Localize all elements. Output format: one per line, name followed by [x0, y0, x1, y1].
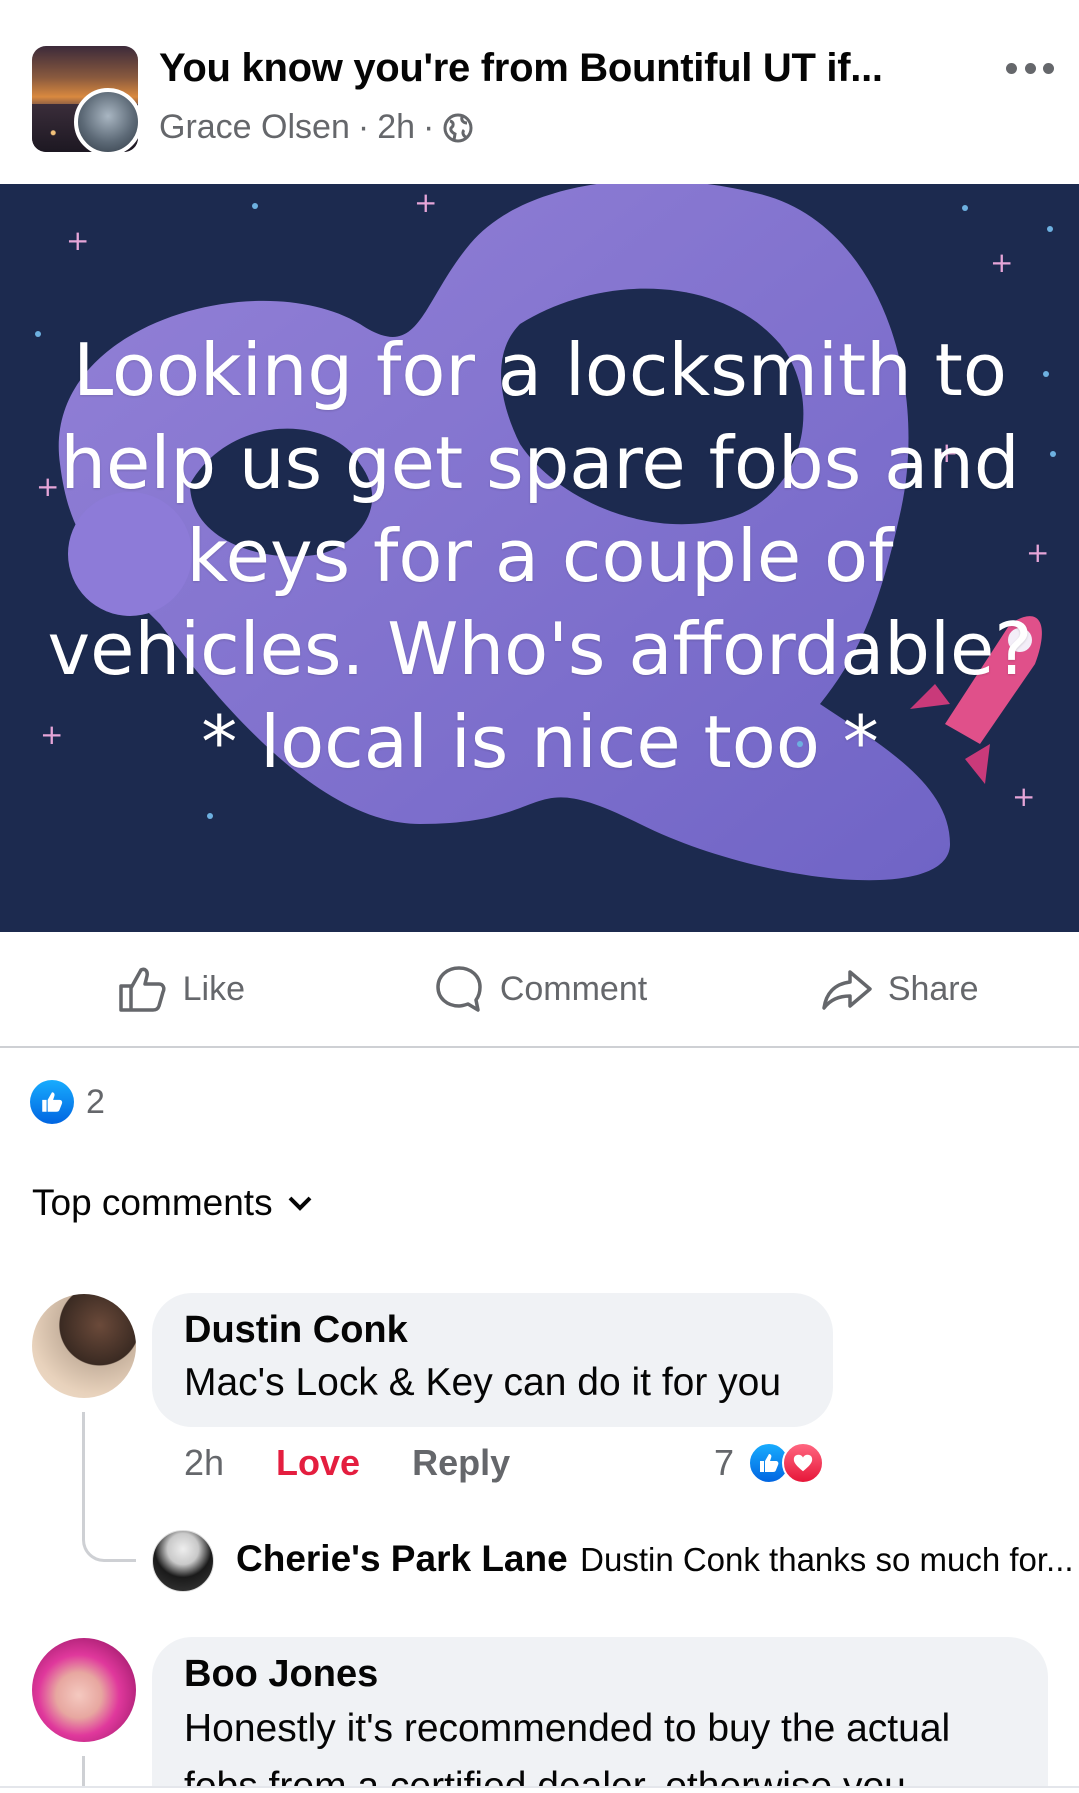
love-reaction-icon [782, 1442, 824, 1484]
post-text-line: help us get spare fobs and [60, 421, 1020, 505]
background-post[interactable]: + + + + + + + + Looking for a locksmith to he… [0, 184, 1079, 932]
meta-separator: · [423, 108, 435, 146]
reply-avatar[interactable] [152, 1530, 214, 1592]
group-name[interactable]: You know you're from Bountiful UT if... [159, 46, 883, 91]
post-time[interactable]: 2h [377, 108, 415, 147]
background-post-text: Looking for a locksmith to help us get s… [40, 324, 1040, 789]
comment-bubble[interactable]: Boo Jones Honestly it's recommended to b… [152, 1637, 1048, 1793]
reaction-count: 2 [86, 1082, 105, 1121]
svg-text:+: + [66, 224, 89, 257]
comment-button[interactable]: Comment [360, 932, 720, 1046]
post-text-line: * local is nice too * [201, 700, 879, 784]
comment-reaction-count[interactable]: 7 [714, 1442, 734, 1484]
author-name[interactable]: Grace Olsen [159, 108, 350, 147]
share-button[interactable]: Share [719, 932, 1079, 1046]
comment-label: Comment [499, 969, 648, 1008]
like-label: Like [182, 969, 246, 1008]
commenter-name[interactable]: Dustin Conk [184, 1309, 408, 1352]
author-avatar[interactable] [74, 88, 142, 156]
more-dots-icon [1006, 62, 1017, 74]
comment-love-button[interactable]: Love [276, 1442, 360, 1484]
comment-text: Honestly it's recommended to buy the act… [184, 1707, 951, 1750]
post-header: You know you're from Bountiful UT if... … [0, 0, 1079, 184]
commenter-name[interactable]: Boo Jones [184, 1653, 378, 1696]
commenter-avatar[interactable] [32, 1294, 136, 1398]
share-label: Share [887, 969, 979, 1008]
svg-text:+: + [414, 186, 437, 219]
meta-separator: · [357, 108, 370, 146]
comment-sort-label: Top comments [32, 1182, 273, 1223]
comment-sort-dropdown[interactable]: Top comments [32, 1182, 313, 1224]
comment-reply-button[interactable]: Reply [412, 1442, 510, 1484]
bottom-divider [0, 1786, 1079, 1793]
like-button[interactable]: Like [0, 932, 360, 1046]
like-reaction-icon [30, 1080, 74, 1124]
more-options-button[interactable] [1000, 50, 1060, 86]
post-text-line: keys for a couple of [186, 514, 894, 598]
post-text-line: Looking for a locksmith to [73, 328, 1007, 412]
comment-bubble[interactable]: Dustin Conk Mac's Lock & Key can do it f… [152, 1293, 833, 1427]
globe-icon [443, 113, 473, 142]
svg-text:+: + [990, 246, 1013, 279]
comment-text: Mac's Lock & Key can do it for you [184, 1361, 782, 1404]
post-action-bar: Like Comment Share [0, 932, 1079, 1048]
share-icon [822, 970, 872, 1010]
chevron-down-icon [288, 1196, 312, 1211]
post-text-line: vehicles. Who's affordable? [47, 607, 1033, 691]
comment-icon [436, 966, 482, 1012]
comment-time[interactable]: 2h [184, 1442, 224, 1484]
reply-author-name[interactable]: Cherie's Park Lane [236, 1538, 568, 1579]
reply-text: Dustin Conk thanks so much for... [580, 1541, 1074, 1578]
thread-line [82, 1412, 136, 1562]
reply-preview[interactable]: Cherie's Park Lane Dustin Conk thanks so… [236, 1538, 1074, 1580]
post-meta: Grace Olsen · 2h · [159, 108, 474, 147]
reaction-summary[interactable]: 2 [30, 1080, 105, 1124]
thumbs-up-icon [118, 967, 166, 1012]
comment-meta: 2h Love Reply 7 [184, 1442, 834, 1484]
commenter-avatar[interactable] [32, 1638, 136, 1742]
